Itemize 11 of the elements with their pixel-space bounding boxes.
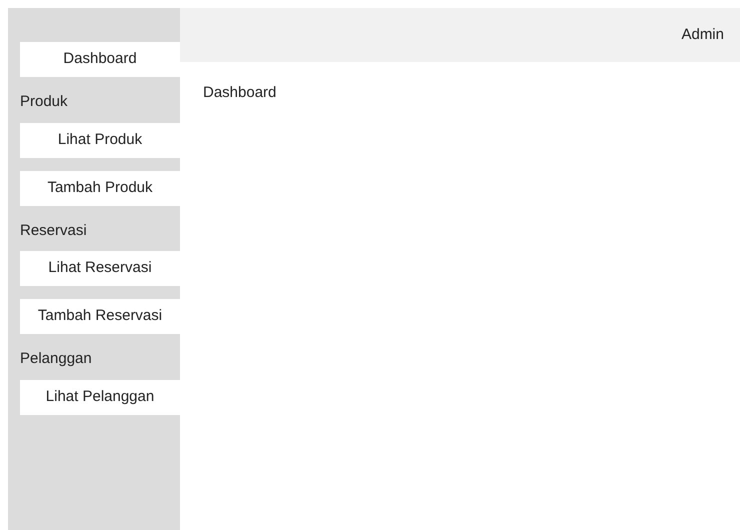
sidebar-button[interactable]: Dashboard	[20, 42, 180, 77]
sidebar-button[interactable]: Lihat Produk	[20, 122, 180, 158]
section-label: Pelanggan	[20, 349, 93, 369]
sidebar-button[interactable]: Tambah Produk	[20, 170, 180, 206]
section-label: Produk	[20, 92, 69, 112]
sidebar-button[interactable]: Lihat Pelanggan	[20, 380, 180, 414]
user-name: Admin	[681, 24, 724, 45]
sidebar-button[interactable]: Lihat Reservasi	[20, 251, 180, 286]
page-title: Dashboard	[203, 84, 276, 101]
section-label: Reservasi	[20, 220, 88, 240]
sidebar-button[interactable]: Tambah Reservasi	[20, 299, 180, 334]
